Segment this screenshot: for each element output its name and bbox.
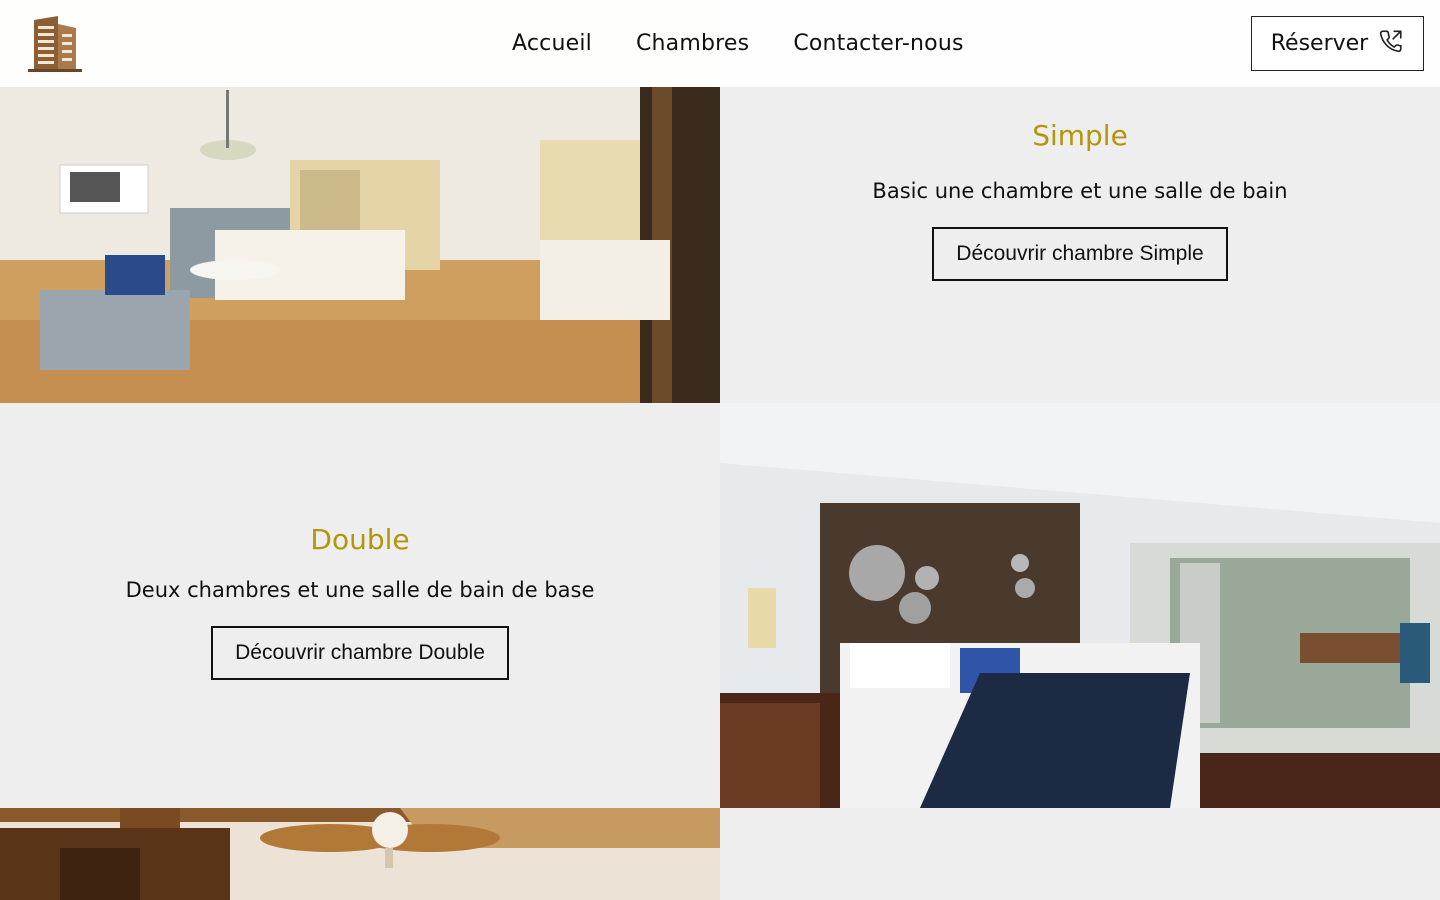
nav-link-contact[interactable]: Contacter-nous xyxy=(793,31,963,56)
double-room-title: Double xyxy=(310,523,410,556)
double-room-description: Deux chambres et une salle de bain de ba… xyxy=(125,578,595,602)
phone-call-icon xyxy=(1378,28,1404,60)
empty-panel xyxy=(720,808,1440,900)
suite-room-photo xyxy=(0,808,720,900)
site-header: Accueil Chambres Contacter-nous Réserver xyxy=(0,0,1440,87)
simple-room-panel: Simple Basic une chambre et une salle de… xyxy=(720,87,1440,403)
double-room-panel: Double Deux chambres et une salle de bai… xyxy=(0,403,720,808)
simple-room-title: Simple xyxy=(1032,119,1128,152)
rooms-grid: Simple Basic une chambre et une salle de… xyxy=(0,0,1440,900)
double-room-photo xyxy=(720,403,1440,808)
double-room-illustration xyxy=(720,403,1440,808)
discover-double-room-button[interactable]: Découvrir chambre Double xyxy=(211,626,509,680)
reserve-button[interactable]: Réserver xyxy=(1251,16,1424,71)
suite-room-illustration xyxy=(0,808,720,900)
simple-room-description: Basic une chambre et une salle de bain xyxy=(872,179,1288,203)
reserve-label: Réserver xyxy=(1270,31,1369,56)
main-nav: Accueil Chambres Contacter-nous xyxy=(512,0,964,87)
nav-link-accueil[interactable]: Accueil xyxy=(512,31,592,56)
hotel-building-icon[interactable] xyxy=(28,16,82,72)
nav-link-chambres[interactable]: Chambres xyxy=(636,31,749,56)
discover-simple-room-button[interactable]: Découvrir chambre Simple xyxy=(932,227,1228,281)
